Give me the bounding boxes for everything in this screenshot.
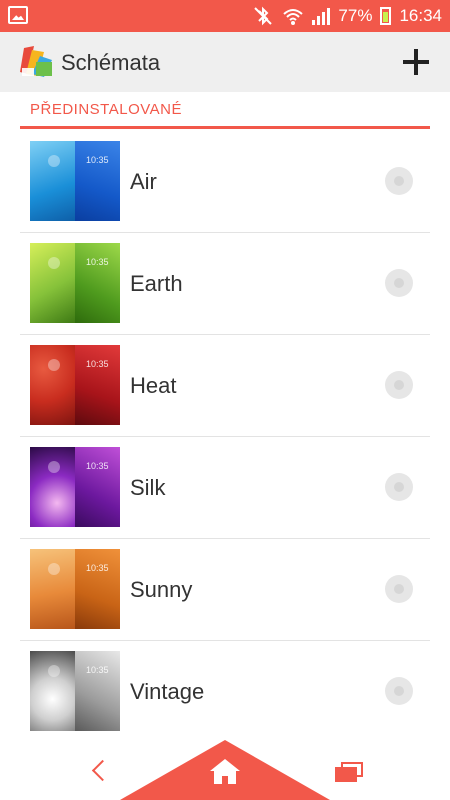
action-bar: Schémata xyxy=(0,32,450,92)
lock-icon xyxy=(48,257,60,269)
lock-icon xyxy=(48,155,60,167)
theme-name: Air xyxy=(130,169,157,194)
section-title: PŘEDINSTALOVANÉ xyxy=(30,101,182,118)
image-notification-icon xyxy=(8,6,28,24)
list-item[interactable]: 10:35 Earth xyxy=(20,233,430,335)
plus-icon[interactable] xyxy=(402,48,430,76)
theme-name: Heat xyxy=(130,373,177,398)
theme-thumbnail: 10:35 xyxy=(30,447,120,527)
thumbnail-clock: 10:35 xyxy=(86,563,109,573)
list-item[interactable]: 10:35 Vintage xyxy=(20,641,430,743)
battery-percent: 77% xyxy=(338,6,373,25)
list-item[interactable]: 10:35 Silk xyxy=(20,437,430,539)
page-title: Schémata xyxy=(61,50,161,75)
thumbnail-right xyxy=(75,549,120,629)
thumbnail-right xyxy=(75,141,120,221)
thumbnail-left xyxy=(30,243,75,323)
back-icon[interactable] xyxy=(90,760,110,780)
thumbnail-right xyxy=(75,345,120,425)
thumbnail-left xyxy=(30,141,75,221)
theme-name: Silk xyxy=(130,475,166,500)
clock: 16:34 xyxy=(399,6,442,25)
thumbnail-clock: 10:35 xyxy=(86,461,109,471)
theme-app-icon[interactable] xyxy=(18,44,54,78)
list-item[interactable]: 10:35 Sunny xyxy=(20,539,430,641)
theme-name: Earth xyxy=(130,271,183,296)
theme-name: Sunny xyxy=(130,577,193,602)
list-item[interactable]: 10:35 Heat xyxy=(20,335,430,437)
theme-radio[interactable] xyxy=(385,269,413,297)
home-icon[interactable] xyxy=(208,756,242,786)
theme-radio[interactable] xyxy=(385,473,413,501)
thumbnail-right xyxy=(75,651,120,731)
lock-icon xyxy=(48,359,60,371)
thumbnail-clock: 10:35 xyxy=(86,155,109,165)
battery-icon xyxy=(380,7,392,25)
lock-icon xyxy=(48,461,60,473)
thumbnail-left xyxy=(30,651,75,731)
signal-icon xyxy=(312,7,331,25)
wifi-icon xyxy=(283,9,304,25)
theme-list: 10:35 Air 10:35 Earth 10:35 Heat 10:35 S… xyxy=(20,131,430,743)
thumbnail-right xyxy=(75,243,120,323)
theme-radio[interactable] xyxy=(385,677,413,705)
theme-thumbnail: 10:35 xyxy=(30,651,120,731)
status-bar: 77% 16:34 xyxy=(0,0,450,32)
status-icons: 77% 16:34 xyxy=(252,0,442,32)
theme-thumbnail: 10:35 xyxy=(30,345,120,425)
theme-thumbnail: 10:35 xyxy=(30,549,120,629)
thumbnail-clock: 10:35 xyxy=(86,665,109,675)
thumbnail-clock: 10:35 xyxy=(86,257,109,267)
theme-thumbnail: 10:35 xyxy=(30,141,120,221)
thumbnail-left xyxy=(30,549,75,629)
lock-icon xyxy=(48,665,60,677)
lock-icon xyxy=(48,563,60,575)
navigation-bar xyxy=(0,740,450,800)
section-header: PŘEDINSTALOVANÉ xyxy=(20,92,430,129)
theme-radio[interactable] xyxy=(385,575,413,603)
theme-radio[interactable] xyxy=(385,167,413,195)
thumbnail-right xyxy=(75,447,120,527)
theme-radio[interactable] xyxy=(385,371,413,399)
theme-name: Vintage xyxy=(130,679,205,704)
list-item[interactable]: 10:35 Air xyxy=(20,131,430,233)
thumbnail-clock: 10:35 xyxy=(86,359,109,369)
bluetooth-icon xyxy=(254,6,273,26)
thumbnail-left xyxy=(30,447,75,527)
recent-apps-icon[interactable] xyxy=(334,761,364,783)
thumbnail-left xyxy=(30,345,75,425)
theme-thumbnail: 10:35 xyxy=(30,243,120,323)
